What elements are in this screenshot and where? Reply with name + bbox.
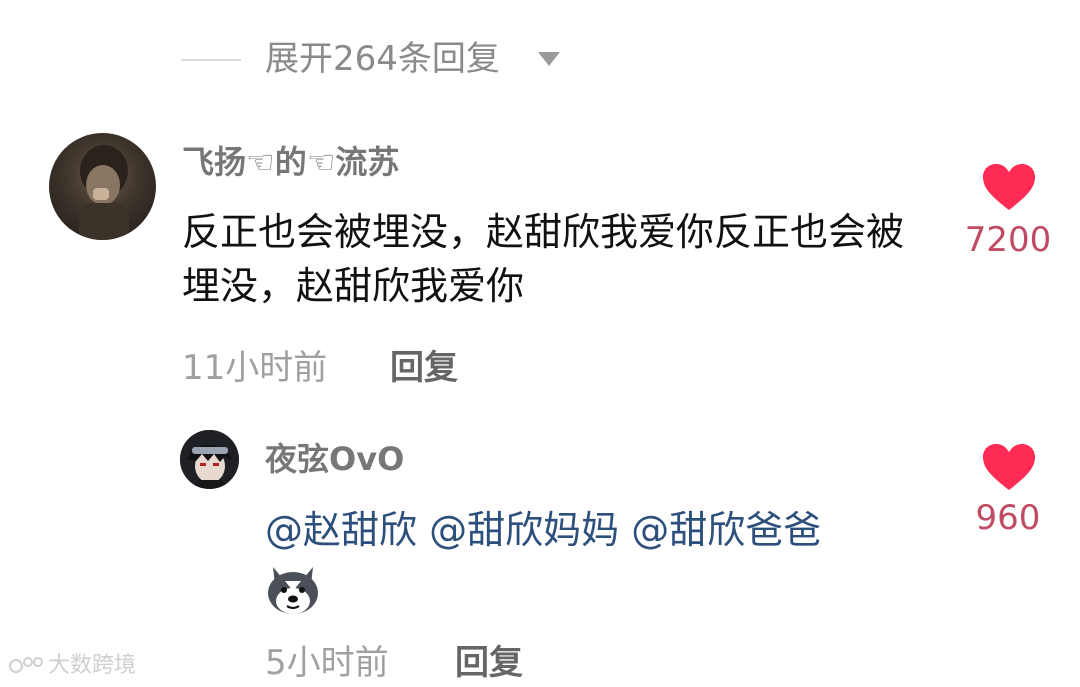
comment-timestamp: 5小时前 [265,643,389,683]
expand-replies-button[interactable]: 展开264条回复 [265,36,500,82]
expand-divider [181,59,241,61]
heart-icon[interactable] [981,442,1037,492]
reply-button[interactable]: 回复 [455,640,523,686]
avatar-image [180,430,239,489]
heart-icon[interactable] [981,162,1037,212]
comment-mentions: @赵甜欣 @甜欣妈妈 @甜欣爸爸 [265,503,821,557]
comment-username[interactable]: 夜弦OvO [265,437,404,481]
comment-text: 反正也会被埋没，赵甜欣我爱你反正也会被埋没，赵甜欣我爱你 [182,210,905,308]
reply-button[interactable]: 回复 [390,345,458,391]
avatar-image [79,145,129,240]
caret-down-icon[interactable] [538,52,560,66]
like-count: 960 [975,498,1041,538]
mention-link[interactable]: @甜欣妈妈 [429,508,619,552]
comment-timestamp: 11小时前 [182,348,328,388]
mention-link[interactable]: @甜欣爸爸 [631,508,821,552]
avatar[interactable] [180,430,239,489]
avatar[interactable] [49,133,156,240]
watermark-logo-icon [9,657,43,673]
like-count: 7200 [964,220,1052,260]
watermark-text: 大数跨境 [48,653,137,678]
comment-username[interactable]: 飞扬☜的☜流苏 [182,140,399,184]
mention-link[interactable]: @赵甜欣 [265,508,417,552]
husky-dog-emoji-icon [268,567,318,614]
